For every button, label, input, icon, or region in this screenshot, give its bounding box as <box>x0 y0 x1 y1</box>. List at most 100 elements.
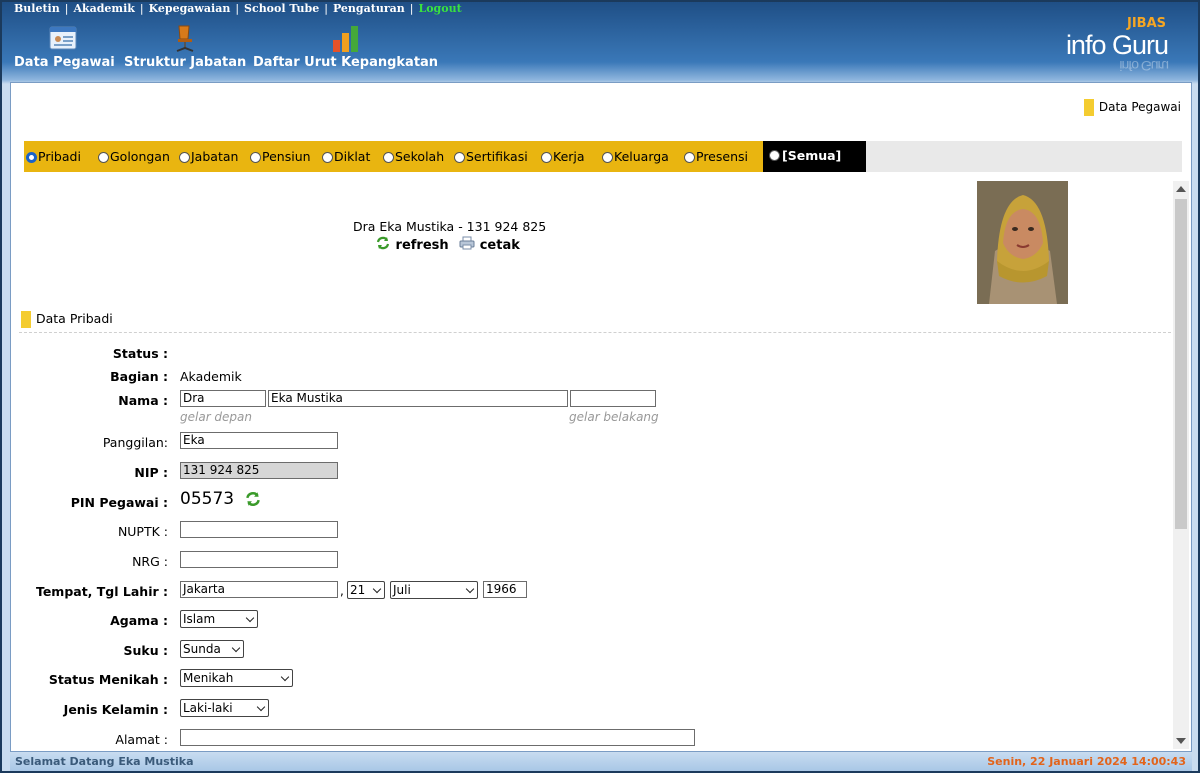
tab-jabatan[interactable]: Jabatan <box>179 149 238 164</box>
employee-photo <box>977 181 1068 304</box>
tab-label: Kerja <box>553 149 585 164</box>
app-logo: JIBAS info Guru info Guru <box>1048 16 1169 74</box>
menu-separator: | <box>64 2 69 15</box>
tab-kerja[interactable]: Kerja <box>541 149 585 164</box>
tab-semua[interactable]: [Semua] <box>763 141 866 172</box>
nav-struktur-jabatan-button[interactable]: Struktur Jabatan <box>124 24 246 70</box>
status-menikah-select[interactable]: Menikah <box>180 669 293 687</box>
logout-link[interactable]: Logout <box>418 2 461 15</box>
section-title: Data Pribadi <box>21 311 113 328</box>
employee-photo-image <box>977 181 1068 304</box>
suku-select[interactable]: Sunda <box>180 640 244 658</box>
section-title-label: Data Pribadi <box>36 311 113 326</box>
tab-label: Pensiun <box>262 149 311 164</box>
scroll-down-icon[interactable] <box>1176 738 1186 744</box>
logo-reflection: info Guru <box>1119 58 1168 74</box>
chevron-down-icon <box>465 584 475 594</box>
welcome-text: Selamat Datang Eka Mustika <box>15 755 194 768</box>
nav-label: Daftar Urut Kepangkatan <box>253 55 439 70</box>
menu-separator: | <box>409 2 414 15</box>
alamat-input[interactable] <box>180 729 695 746</box>
radio-icon <box>684 152 695 163</box>
agama-value: Islam <box>183 612 216 626</box>
nuptk-input[interactable] <box>180 521 338 538</box>
scrollbar-thumb[interactable] <box>1175 199 1187 529</box>
print-link[interactable]: cetak <box>459 236 520 253</box>
jenis-kelamin-value: Laki-laki <box>183 701 233 715</box>
nama-input[interactable]: Eka Mustika <box>268 390 568 407</box>
row-alamat: Alamat : <box>11 729 1161 751</box>
vertical-scrollbar[interactable] <box>1173 181 1189 749</box>
printer-icon <box>459 236 475 250</box>
menu-kepegawaian[interactable]: Kepegawaian <box>149 2 231 15</box>
employee-card-icon <box>49 26 77 50</box>
tab-label: Golongan <box>110 149 170 164</box>
tab-sekolah[interactable]: Sekolah <box>383 149 444 164</box>
tab-diklat[interactable]: Diklat <box>322 149 370 164</box>
nama-label: Nama : <box>118 393 168 408</box>
tab-label: [Semua] <box>782 148 842 163</box>
row-ttl: Tempat, Tgl Lahir : Jakarta , 21 Juli 19… <box>11 581 1161 606</box>
tab-label: Keluarga <box>614 149 669 164</box>
row-status-menikah: Status Menikah : Menikah <box>11 669 1161 694</box>
gelar-belakang-input[interactable] <box>570 390 656 407</box>
comma-separator: , <box>340 584 344 598</box>
nrg-input[interactable] <box>180 551 338 568</box>
tempat-lahir-input[interactable]: Jakarta <box>180 581 338 598</box>
gelar-depan-input[interactable]: Dra <box>180 390 266 407</box>
ttl-label: Tempat, Tgl Lahir : <box>35 584 168 599</box>
status-bar: Selamat Datang Eka Mustika Senin, 22 Jan… <box>10 753 1192 771</box>
pin-value: 05573 <box>180 489 235 509</box>
tab-keluarga[interactable]: Keluarga <box>602 149 669 164</box>
radio-icon <box>602 152 613 163</box>
agama-select[interactable]: Islam <box>180 610 258 628</box>
tab-presensi[interactable]: Presensi <box>684 149 748 164</box>
bar-chart-icon <box>332 26 358 52</box>
tab-pribadi[interactable]: Pribadi <box>26 149 81 164</box>
tab-sertifikasi[interactable]: Sertifikasi <box>454 149 528 164</box>
jenis-kelamin-select[interactable]: Laki-laki <box>180 699 269 717</box>
nip-input[interactable]: 131 924 825 <box>180 462 338 479</box>
radio-icon <box>250 152 261 163</box>
tab-golongan[interactable]: Golongan <box>98 149 170 164</box>
panggilan-input[interactable]: Eka <box>180 432 338 449</box>
tanggal-select[interactable]: 21 <box>347 581 385 599</box>
nav-data-pegawai-button[interactable]: Data Pegawai <box>14 24 115 70</box>
refresh-link[interactable]: refresh <box>375 236 453 253</box>
status-label: Status : <box>112 346 168 361</box>
suku-value: Sunda <box>183 642 221 656</box>
breadcrumb: Data Pegawai <box>1083 99 1181 116</box>
row-bagian: Bagian : Akademik <box>11 369 1161 391</box>
pin-label: PIN Pegawai : <box>70 495 168 510</box>
radio-selected-icon <box>26 152 37 163</box>
nav-label: Data Pegawai <box>14 55 115 70</box>
menu-pengaturan[interactable]: Pengaturan <box>333 2 405 15</box>
nav-daftar-urut-button[interactable]: Daftar Urut Kepangkatan <box>253 24 438 70</box>
refresh-icon <box>376 236 390 250</box>
breadcrumb-label: Data Pegawai <box>1098 100 1181 114</box>
radio-icon <box>769 150 780 161</box>
section-divider <box>19 332 1171 333</box>
row-panggilan: Panggilan: Eka <box>11 432 1161 457</box>
refresh-label: refresh <box>395 238 449 253</box>
gelar-depan-hint: gelar depan <box>180 410 253 424</box>
menu-akademik[interactable]: Akademik <box>73 2 134 15</box>
row-jenis-kelamin: Jenis Kelamin : Laki-laki <box>11 699 1161 724</box>
row-status: Status : <box>11 346 1161 368</box>
refresh-pin-icon[interactable] <box>244 491 262 507</box>
menu-separator: | <box>235 2 240 15</box>
row-nip: NIP : 131 924 825 <box>11 462 1161 487</box>
menu-school-tube[interactable]: School Tube <box>244 2 319 15</box>
tab-label: Sekolah <box>395 149 445 164</box>
radio-icon <box>454 152 465 163</box>
chevron-down-icon <box>231 643 241 653</box>
chevron-down-icon <box>280 672 290 682</box>
scroll-up-icon[interactable] <box>1176 186 1186 192</box>
bulan-select[interactable]: Juli <box>390 581 478 599</box>
tahun-input[interactable]: 1966 <box>483 581 527 598</box>
tab-pensiun[interactable]: Pensiun <box>250 149 311 164</box>
suku-label: Suku : <box>123 643 168 658</box>
agama-label: Agama : <box>110 613 168 628</box>
row-nama: Nama : Dra Eka Mustika gelar depan gelar… <box>11 390 1161 424</box>
menu-buletin[interactable]: Buletin <box>14 2 60 15</box>
